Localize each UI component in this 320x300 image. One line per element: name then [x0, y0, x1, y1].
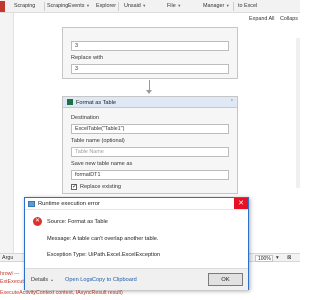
ok-button[interactable]: OK — [208, 273, 243, 286]
output-line: ExecuteActivityContext context, IAsyncRe… — [0, 290, 123, 296]
ribbon-item-file[interactable]: File ▼ — [167, 3, 181, 9]
expand-all-button[interactable]: Expand All — [249, 16, 274, 22]
format-as-table-header[interactable]: Format as Table ⌃ — [63, 97, 237, 108]
error-source: Source: Format as Table — [47, 219, 108, 225]
fit-screen-icon[interactable]: ⊠ — [287, 255, 292, 261]
ribbon-item-scraping-2[interactable]: Scraping — [47, 3, 68, 9]
ribbon-item-explorer[interactable]: Explorer — [96, 3, 116, 9]
chevron-down-icon[interactable]: ▾ — [276, 255, 279, 261]
window-app-icon — [28, 201, 35, 207]
vertical-scrollbar[interactable] — [296, 38, 300, 188]
replace-activity-body: 3 Replace with 3 — [63, 28, 237, 77]
details-toggle[interactable]: Details ⌄ — [31, 277, 54, 283]
format-as-table-body: Destination ExcelTable("Table1") Table n… — [63, 108, 237, 193]
ribbon-separator — [44, 2, 45, 11]
excel-icon — [67, 99, 73, 105]
replace-existing-label: Replace existing — [80, 184, 122, 190]
ribbon: Scraping Scraping Events ▼ Explorer Unsa… — [0, 0, 300, 13]
collapse-icon[interactable]: ⌃ — [230, 99, 234, 105]
error-exception-type: Exception Type: UiPath.Excel.ExcelExcept… — [47, 252, 161, 258]
replace-with-label: Replace with — [71, 55, 104, 61]
output-line: ExtExecute — [0, 279, 27, 285]
replace-activity-card[interactable]: 3 Replace with 3 — [62, 27, 238, 79]
ribbon-item-scraping-1[interactable]: Scraping — [14, 3, 35, 9]
format-as-table-card[interactable]: Format as Table ⌃ Destination ExcelTable… — [62, 96, 238, 194]
save-new-table-field[interactable]: formatDT1 — [71, 170, 229, 180]
replace-existing-checkbox[interactable] — [71, 183, 77, 190]
destination-field[interactable]: ExcelTable("Table1") — [71, 124, 229, 134]
table-name-label: Table name (optional) — [71, 138, 125, 144]
canvas-toolbar: Expand All Collaps — [245, 16, 298, 22]
save-new-table-label: Save new table name as — [71, 161, 133, 167]
dialog-title-bar[interactable]: Runtime execution error — [25, 198, 248, 210]
arguments-tab[interactable]: Argu — [2, 255, 13, 261]
ribbon-item-events[interactable]: Events ▼ — [68, 3, 90, 9]
ribbon-item-manager[interactable]: Manager ▼ — [203, 3, 230, 9]
chevron-down-icon: ⌄ — [49, 277, 55, 283]
ribbon-item-to-excel[interactable]: to Excel — [238, 3, 257, 9]
chevron-down-icon: ▼ — [177, 3, 182, 8]
ribbon-accent — [0, 1, 5, 12]
replace-existing-row[interactable]: Replace existing — [71, 183, 229, 190]
open-logs-link[interactable]: Open Logs — [65, 277, 92, 283]
collapse-all-button[interactable]: Collaps — [280, 16, 298, 22]
chevron-down-icon: ▼ — [225, 3, 230, 8]
left-panel-strip — [0, 13, 14, 253]
table-name-field[interactable]: Table Name — [71, 147, 229, 157]
error-icon: ✕ — [33, 217, 42, 226]
close-icon[interactable]: ✕ — [234, 198, 248, 209]
runtime-error-dialog[interactable]: Runtime execution error ✕ ✕ Source: Form… — [24, 197, 249, 290]
ribbon-separator — [118, 2, 119, 11]
dialog-title: Runtime execution error — [38, 201, 100, 207]
chevron-down-icon: ▼ — [85, 3, 90, 8]
output-line: hrowl --- — [0, 271, 20, 277]
pattern-field[interactable]: 3 — [71, 41, 229, 51]
zoom-select[interactable]: 100% — [255, 255, 273, 262]
error-message: Message: A table can't overlap another t… — [47, 236, 159, 242]
chevron-down-icon: ▼ — [142, 3, 147, 8]
ribbon-item-unsaid[interactable]: Unsaid ▼ — [124, 3, 146, 9]
copy-to-clipboard-link[interactable]: Copy to Clipboard — [92, 277, 137, 283]
destination-label: Destination — [71, 115, 99, 121]
ribbon-separator — [233, 2, 234, 11]
arrow-down-icon — [146, 90, 152, 94]
dialog-footer: Details ⌄ Open Logs Copy to Clipboard OK — [25, 268, 248, 290]
replace-with-field[interactable]: 3 — [71, 64, 229, 74]
format-as-table-title: Format as Table — [76, 100, 117, 106]
